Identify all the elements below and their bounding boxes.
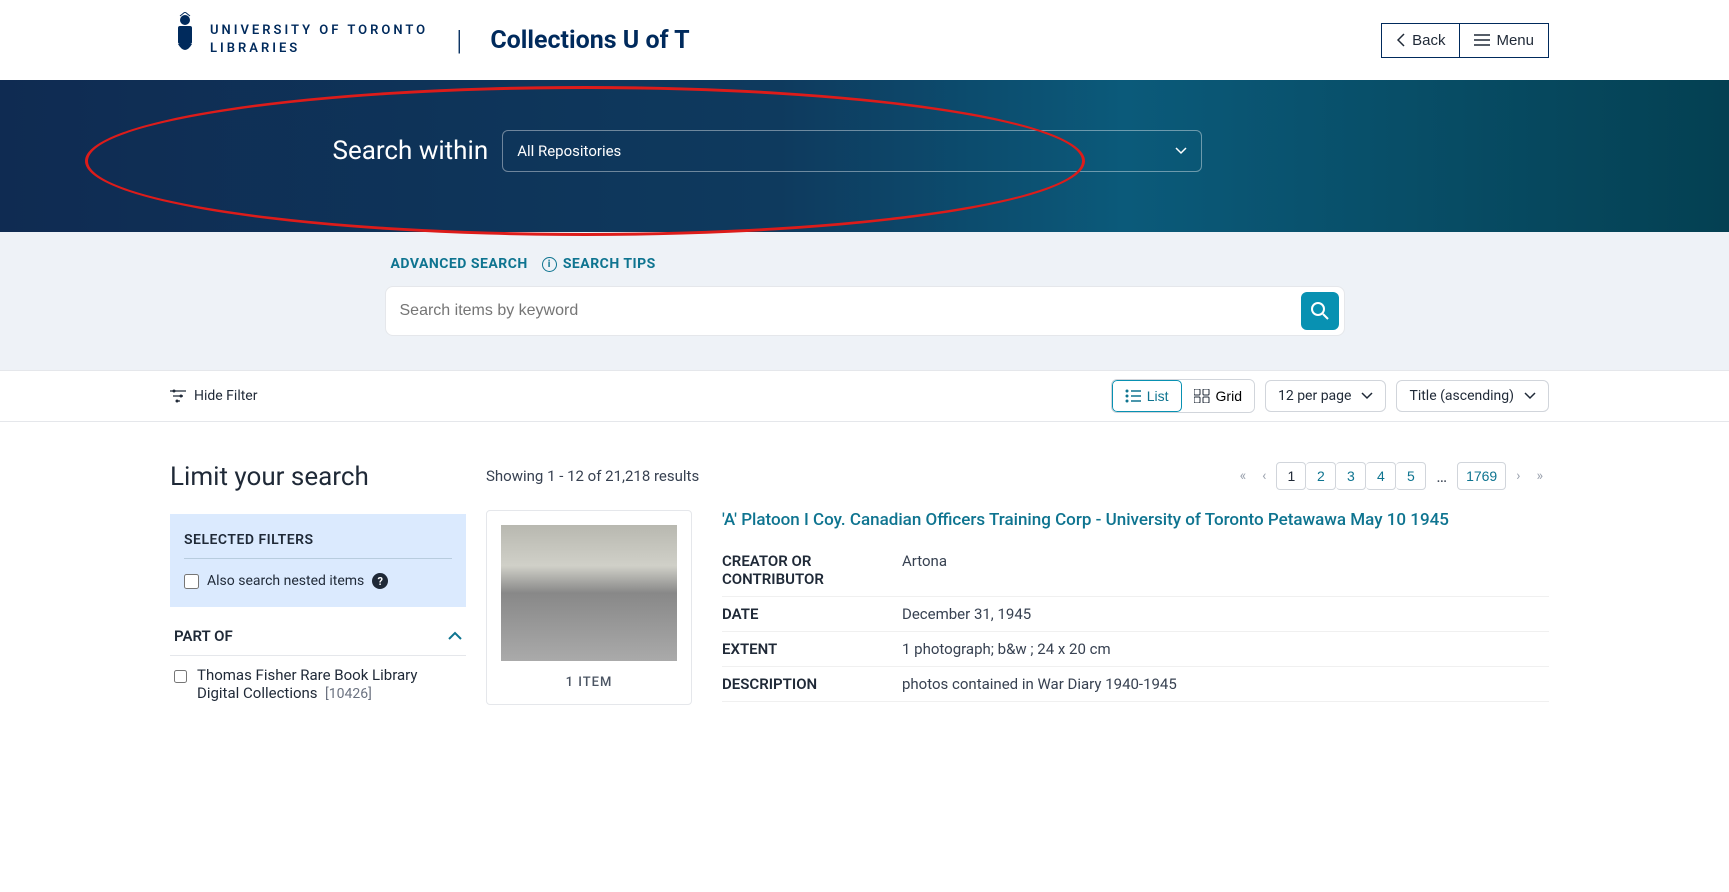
nested-items-checkbox[interactable]	[184, 574, 199, 589]
selected-filters-heading: SELECTED FILTERS	[184, 532, 452, 559]
facet-partof-header[interactable]: PART OF	[170, 617, 466, 656]
search-within-label: Search within	[333, 136, 489, 166]
info-icon: i	[542, 257, 557, 272]
hide-filter-toggle[interactable]: Hide Filter	[170, 388, 257, 404]
main-content: Limit your search SELECTED FILTERS Also …	[0, 422, 1729, 705]
selected-filters-panel: SELECTED FILTERS Also search nested item…	[170, 514, 466, 607]
per-page-select[interactable]: 12 per page	[1265, 380, 1386, 412]
limit-search-title: Limit your search	[170, 462, 466, 492]
grid-view-button[interactable]: Grid	[1182, 380, 1254, 412]
results-count: Showing 1 - 12 of 21,218 results	[486, 467, 699, 485]
meta-value: Artona	[902, 552, 947, 588]
meta-value: December 31, 1945	[902, 605, 1031, 623]
search-submit-button[interactable]	[1301, 292, 1339, 330]
search-input[interactable]	[400, 292, 1301, 330]
advanced-search-link[interactable]: ADVANCED SEARCH	[391, 256, 528, 272]
page-next[interactable]: ›	[1510, 464, 1526, 488]
tools-bar: ADVANCED SEARCH i SEARCH TIPS	[0, 232, 1729, 370]
page-1[interactable]: 1	[1276, 462, 1306, 490]
menu-button[interactable]: Menu	[1459, 23, 1549, 58]
search-icon	[1310, 301, 1330, 321]
nested-items-toggle[interactable]: Also search nested items ?	[184, 573, 452, 589]
facet-item-fisher[interactable]: Thomas Fisher Rare Book Library Digital …	[170, 656, 466, 702]
meta-row: DATEDecember 31, 1945	[722, 597, 1549, 632]
search-box	[385, 286, 1345, 336]
page-5[interactable]: 5	[1396, 462, 1426, 490]
page-ellipsis: …	[1430, 467, 1453, 486]
crest-icon	[170, 12, 200, 68]
meta-row: DESCRIPTIONphotos contained in War Diary…	[722, 667, 1549, 702]
search-tips-link[interactable]: i SEARCH TIPS	[542, 256, 656, 272]
help-icon[interactable]: ?	[372, 573, 388, 589]
result-item: 1 ITEM 'A' Platoon I Coy. Canadian Offic…	[486, 510, 1549, 705]
list-icon	[1125, 389, 1141, 403]
thumb-item-count: 1 ITEM	[501, 675, 677, 690]
utl-logo[interactable]: UNIVERSITY OF TORONTO LIBRARIES	[170, 12, 428, 68]
page-2[interactable]: 2	[1306, 462, 1336, 490]
back-button[interactable]: Back	[1381, 23, 1459, 58]
meta-label: DATE	[722, 605, 902, 623]
pagination: « ‹ 12345 … 1769 › »	[1234, 462, 1549, 490]
thumbnail-image	[501, 525, 677, 661]
header-right: Back Menu	[1381, 23, 1549, 58]
chevron-down-icon	[1175, 147, 1187, 155]
grid-icon	[1194, 389, 1210, 403]
filter-sidebar: Limit your search SELECTED FILTERS Also …	[170, 462, 466, 705]
view-toggle: List Grid	[1111, 379, 1255, 413]
page-end[interactable]: »	[1530, 464, 1549, 488]
logo-text: UNIVERSITY OF TORONTO LIBRARIES	[210, 22, 428, 58]
hamburger-icon	[1474, 34, 1490, 46]
results-content: Showing 1 - 12 of 21,218 results « ‹ 123…	[486, 462, 1549, 705]
page-4[interactable]: 4	[1366, 462, 1396, 490]
chevron-left-icon	[1396, 33, 1406, 47]
page-3[interactable]: 3	[1336, 462, 1366, 490]
controls-bar: Hide Filter List Grid 12 per page Title …	[0, 370, 1729, 422]
chevron-down-icon	[1524, 392, 1536, 400]
search-banner: Search within All Repositories	[0, 80, 1729, 232]
page-prev[interactable]: ‹	[1256, 464, 1272, 488]
sort-select[interactable]: Title (ascending)	[1396, 380, 1549, 412]
meta-value: photos contained in War Diary 1940-1945	[902, 675, 1177, 693]
meta-row: CREATOR OR CONTRIBUTORArtona	[722, 544, 1549, 597]
result-title-link[interactable]: 'A' Platoon I Coy. Canadian Officers Tra…	[722, 510, 1549, 530]
meta-row: EXTENT1 photograph; b&w ; 24 x 20 cm	[722, 632, 1549, 667]
meta-label: DESCRIPTION	[722, 675, 902, 693]
result-thumbnail[interactable]: 1 ITEM	[486, 510, 692, 705]
chevron-down-icon	[1361, 392, 1373, 400]
meta-value: 1 photograph; b&w ; 24 x 20 cm	[902, 640, 1111, 658]
filter-icon	[170, 389, 186, 403]
header-divider: |	[456, 24, 462, 57]
page-last-number[interactable]: 1769	[1457, 462, 1506, 490]
site-header: UNIVERSITY OF TORONTO LIBRARIES | Collec…	[0, 0, 1729, 80]
header-left: UNIVERSITY OF TORONTO LIBRARIES | Collec…	[170, 12, 690, 68]
brand-title[interactable]: Collections U of T	[490, 26, 689, 55]
page-first[interactable]: «	[1234, 464, 1253, 488]
list-view-button[interactable]: List	[1112, 380, 1182, 412]
facet-checkbox[interactable]	[174, 669, 187, 684]
repository-select[interactable]: All Repositories	[502, 130, 1202, 172]
meta-label: EXTENT	[722, 640, 902, 658]
chevron-up-icon	[448, 631, 462, 641]
meta-label: CREATOR OR CONTRIBUTOR	[722, 552, 902, 588]
